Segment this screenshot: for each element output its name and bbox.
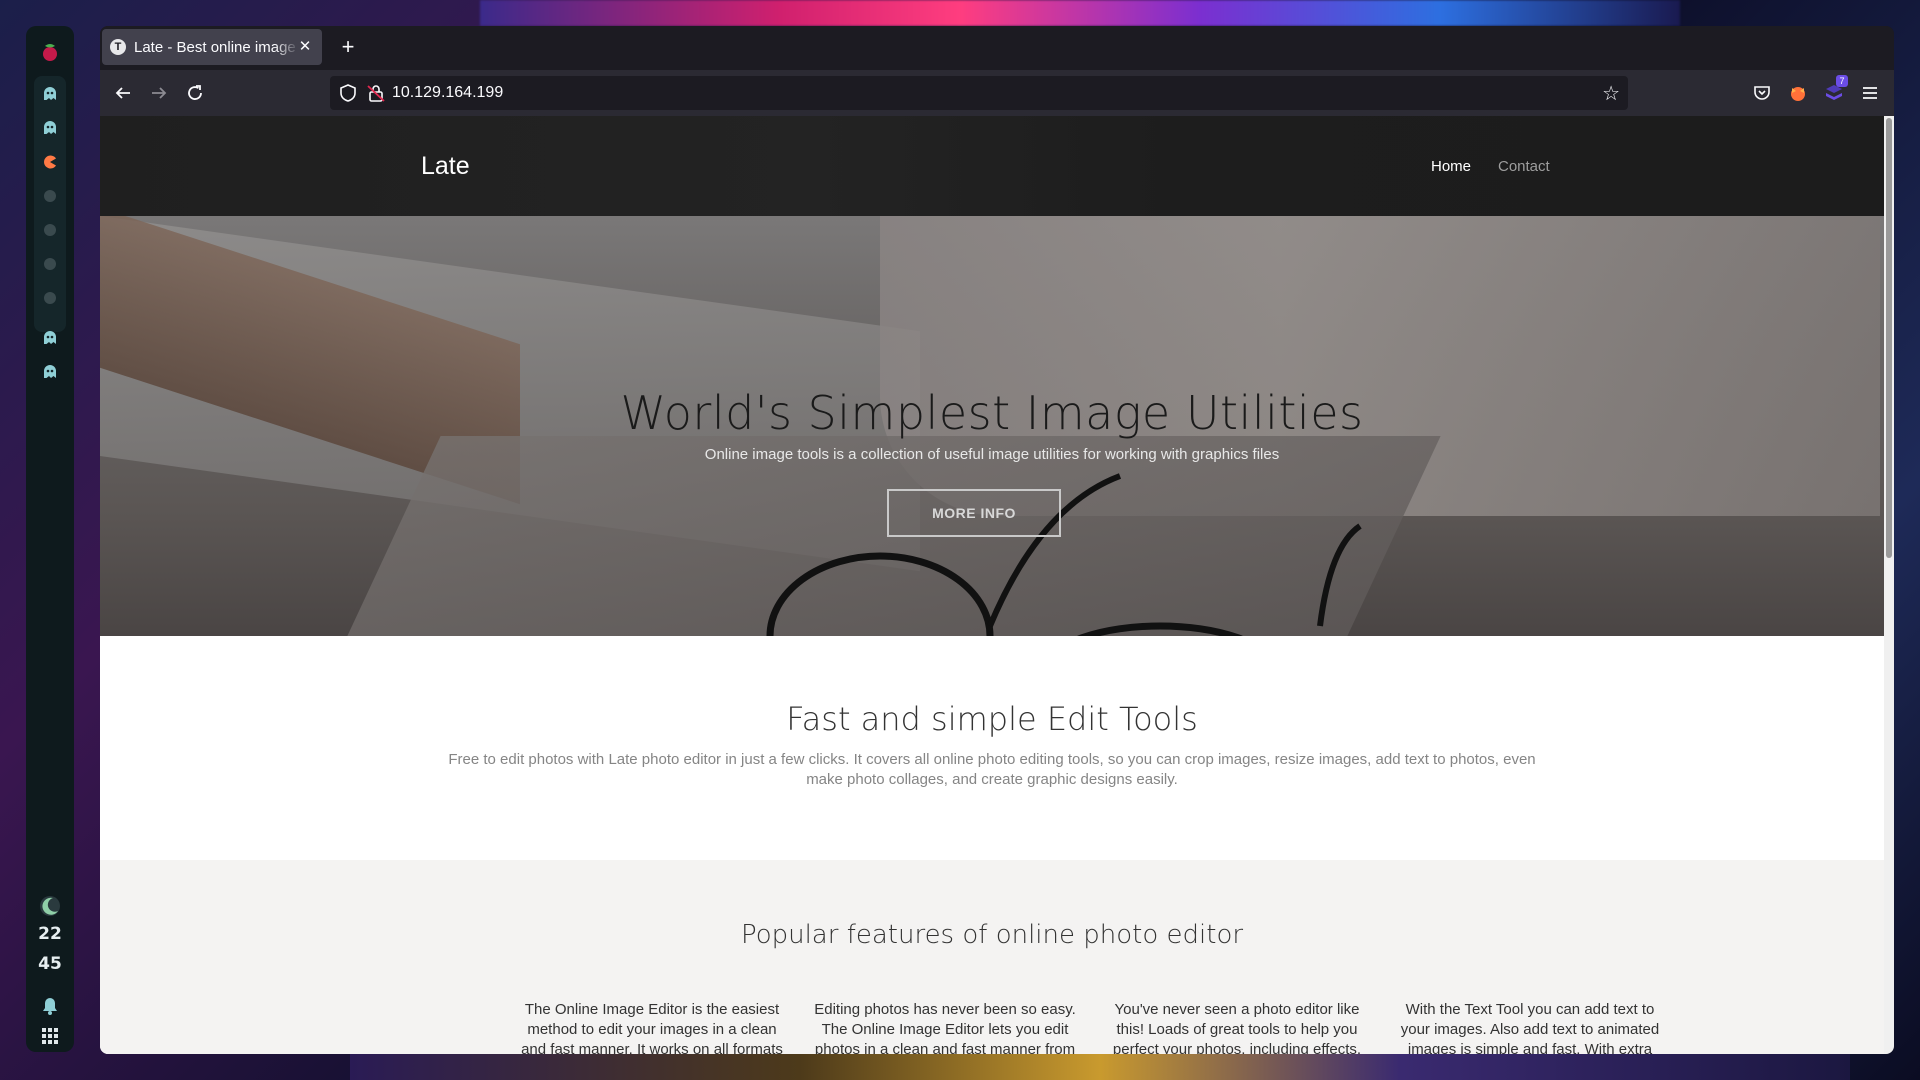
system-dock: 22 45 [26, 26, 74, 1052]
tab-late[interactable]: T Late - Best online image t ✕ [102, 29, 322, 65]
insecure-lock-icon[interactable] [366, 83, 386, 103]
pacman-icon[interactable] [34, 148, 66, 176]
hamburger-menu-icon[interactable] [1856, 79, 1884, 107]
wappalyzer-extension-icon[interactable]: 7 [1820, 75, 1848, 107]
site-brand[interactable]: Late [421, 152, 470, 181]
tools-heading: Fast and simple Edit Tools [786, 700, 1198, 738]
workspace-dot-icon[interactable] [34, 284, 66, 312]
nav-link-home[interactable]: Home [1431, 158, 1471, 175]
raspberry-logo-icon[interactable] [34, 38, 66, 66]
tab-bar: T Late - Best online image t ✕ + [100, 26, 1894, 70]
more-info-button[interactable]: MORE INFO [887, 489, 1061, 537]
reload-icon[interactable] [181, 79, 209, 107]
nav-link-contact[interactable]: Contact [1498, 158, 1550, 175]
scrollbar-thumb[interactable] [1886, 118, 1892, 558]
address-bar[interactable]: 10.129.164.199 ☆ [330, 76, 1628, 110]
browser-window: T Late - Best online image t ✕ + 10.129.… [100, 26, 1894, 1054]
clock-minutes: 45 [38, 954, 62, 974]
wallpaper-bottom [350, 1054, 1850, 1080]
navigation-toolbar: 10.129.164.199 ☆ 7 [100, 70, 1894, 116]
workspace-dot-icon[interactable] [34, 250, 66, 278]
page-scrollbar[interactable] [1884, 116, 1894, 1054]
ghost-icon[interactable] [34, 80, 66, 108]
ghost-icon[interactable] [34, 114, 66, 142]
pocket-icon[interactable] [1748, 79, 1776, 107]
url-text: 10.129.164.199 [392, 84, 504, 101]
bookmark-star-icon[interactable]: ☆ [1602, 81, 1620, 106]
feature-column: You've never seen a photo editor like th… [1112, 1001, 1362, 1054]
clock-hours: 22 [38, 924, 62, 944]
hero-title: World's Simplest Image Utilities [620, 386, 1364, 440]
site-header: Late Home Contact [100, 116, 1884, 216]
close-tab-icon[interactable]: ✕ [296, 38, 314, 56]
feature-column: Editing photos has never been so easy. T… [814, 1001, 1076, 1054]
extension-badge: 7 [1836, 75, 1848, 87]
hero-subtitle: Online image tools is a collection of us… [704, 446, 1280, 463]
hero-photo-glasses [766, 473, 1362, 636]
app-grid-icon[interactable] [34, 1022, 66, 1050]
workspace-dot-icon[interactable] [34, 216, 66, 244]
forward-arrow-icon[interactable] [145, 79, 173, 107]
tracking-shield-icon[interactable] [338, 83, 358, 103]
feature-column: With the Text Tool you can add text to y… [1400, 1001, 1660, 1054]
moon-status-icon[interactable] [34, 892, 66, 920]
new-tab-icon[interactable]: + [336, 36, 360, 60]
ghost-icon[interactable] [34, 358, 66, 386]
back-arrow-icon[interactable] [109, 79, 137, 107]
foxyproxy-extension-icon[interactable] [1784, 79, 1812, 107]
edit-tools-section: Fast and simple Edit Tools Free to edit … [100, 636, 1884, 860]
page-viewport: Late Home Contact World's Simplest Image… [100, 116, 1884, 1054]
feature-column: The Online Image Editor is the easiest m… [521, 1001, 783, 1054]
hero-banner: World's Simplest Image Utilities Online … [100, 216, 1884, 636]
tools-description: Free to edit photos with Late photo edit… [448, 751, 1536, 788]
features-heading: Popular features of online photo editor [740, 920, 1244, 950]
workspace-group [34, 76, 66, 332]
tab-title: Late - Best online image t [134, 38, 299, 56]
ghost-icon[interactable] [34, 324, 66, 352]
features-section: Popular features of online photo editor … [100, 860, 1884, 1054]
site-favicon-icon: T [110, 39, 126, 55]
workspace-dot-icon[interactable] [34, 182, 66, 210]
wallpaper-top [480, 0, 1680, 26]
bell-icon[interactable] [34, 992, 66, 1020]
